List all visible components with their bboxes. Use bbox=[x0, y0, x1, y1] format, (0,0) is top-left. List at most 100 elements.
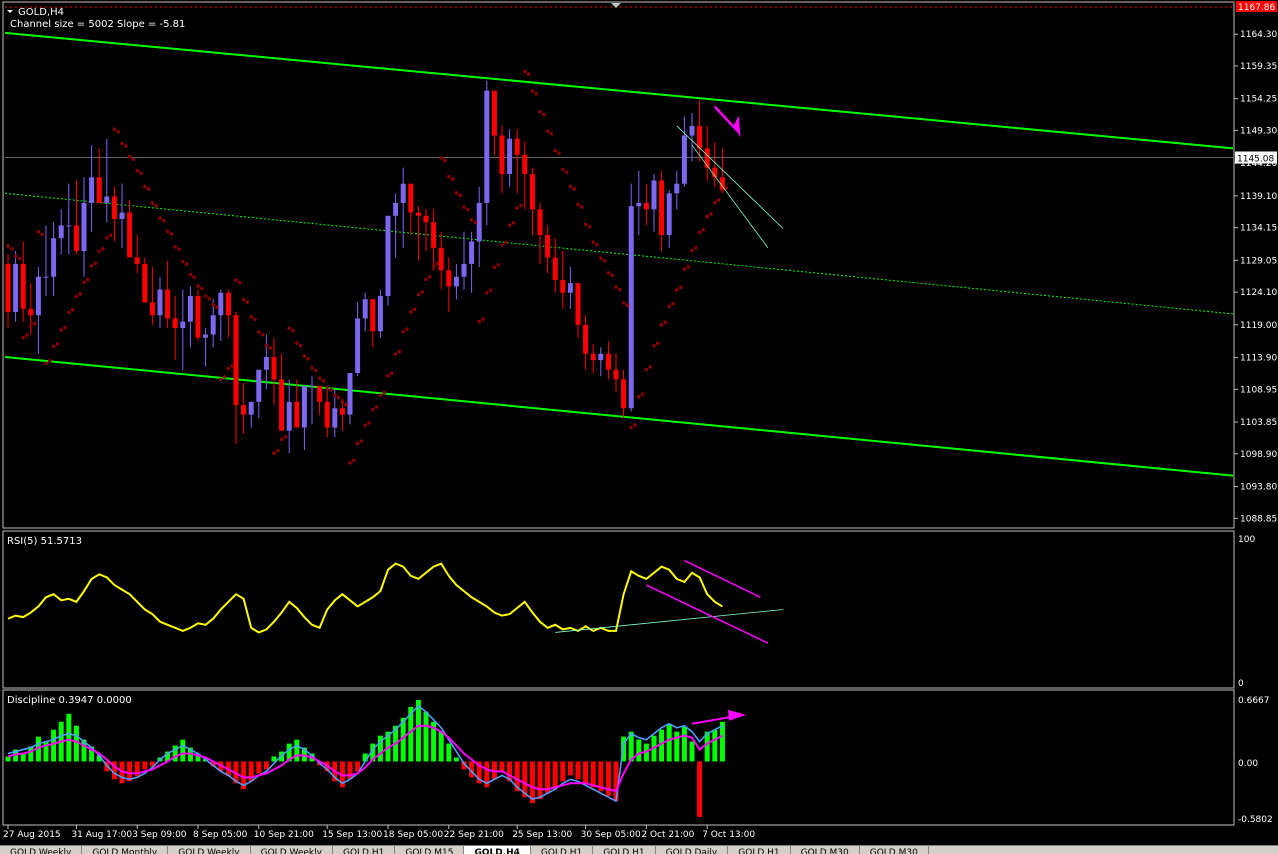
discipline-bar bbox=[438, 731, 444, 762]
discipline-bar bbox=[560, 761, 566, 782]
candle-body bbox=[203, 334, 209, 338]
discipline-bar bbox=[590, 761, 596, 788]
psar-dot bbox=[44, 361, 48, 366]
psar-dot bbox=[135, 168, 139, 173]
candle-body bbox=[514, 138, 520, 155]
psar-dot bbox=[226, 366, 231, 371]
discipline-bar bbox=[636, 739, 642, 762]
psar-dot bbox=[86, 277, 90, 282]
candle-body bbox=[507, 138, 513, 175]
time-tick-label: 25 Sep 13:00 bbox=[512, 830, 572, 840]
price-tick-label: 1113.90 bbox=[1240, 354, 1277, 364]
candle-body bbox=[81, 202, 87, 252]
psar-dot bbox=[675, 288, 679, 292]
psar-dot bbox=[203, 294, 208, 298]
candle-body bbox=[256, 369, 262, 402]
psar-dot bbox=[435, 261, 440, 266]
psar-dot bbox=[716, 198, 721, 202]
candle-body bbox=[5, 263, 11, 313]
psar-dot bbox=[572, 187, 576, 191]
psar-dot bbox=[6, 244, 10, 248]
candle-body bbox=[332, 408, 338, 428]
psar-dot bbox=[424, 277, 428, 282]
psar-dot bbox=[713, 200, 717, 205]
psar-dot bbox=[260, 332, 265, 337]
psar-dot bbox=[287, 326, 292, 330]
psar-dot bbox=[659, 322, 664, 327]
candle-body bbox=[423, 215, 429, 223]
discipline-bar bbox=[294, 739, 300, 762]
candle-body bbox=[438, 247, 444, 271]
psar-dot bbox=[131, 157, 136, 162]
psar-dot bbox=[127, 154, 132, 159]
candle-body bbox=[309, 385, 315, 387]
psar-dot bbox=[59, 328, 63, 332]
discipline-bar bbox=[180, 739, 186, 762]
candle-body bbox=[317, 385, 323, 402]
price-tick-label: 1093.80 bbox=[1240, 483, 1277, 493]
time-tick-label: 30 Sep 05:00 bbox=[581, 830, 641, 840]
candle-body bbox=[172, 318, 178, 329]
candle-body bbox=[286, 401, 292, 431]
psar-dot bbox=[469, 217, 474, 222]
chart-window[interactable]: 1164.301159.351154.251149.301144.201139.… bbox=[0, 0, 1278, 845]
time-tick-label: 3 Sep 09:00 bbox=[132, 830, 187, 840]
psar-dot bbox=[405, 327, 409, 331]
candle-body bbox=[590, 353, 596, 361]
price-tick-label: 1108.95 bbox=[1240, 385, 1277, 395]
time-tick-label: 31 Aug 17:00 bbox=[71, 830, 132, 840]
psar-dot bbox=[648, 365, 652, 369]
psar-dot bbox=[621, 300, 626, 305]
psar-dot bbox=[371, 407, 375, 412]
psar-dot bbox=[515, 206, 519, 210]
psar-dot bbox=[610, 273, 614, 278]
rsi-scale-bottom: 0 bbox=[1238, 679, 1244, 689]
psar-dot bbox=[412, 307, 417, 312]
psar-dot bbox=[329, 387, 333, 392]
psar-dot bbox=[25, 333, 29, 337]
psar-dot bbox=[321, 378, 326, 383]
time-tick-label: 27 Aug 2015 bbox=[3, 830, 61, 840]
psar-dot bbox=[355, 441, 360, 446]
psar-dot bbox=[526, 72, 531, 76]
psar-dot bbox=[108, 233, 113, 238]
candle-body bbox=[111, 196, 117, 219]
psar-dot bbox=[602, 258, 607, 263]
candle-body bbox=[96, 177, 102, 203]
psar-dot bbox=[363, 423, 368, 428]
candle-body bbox=[529, 174, 535, 210]
psar-dot bbox=[386, 374, 390, 378]
psar-dot bbox=[549, 131, 554, 136]
psar-dot bbox=[564, 170, 569, 174]
psar-dot bbox=[222, 375, 227, 379]
discipline-scale-min: -0.5802 bbox=[1238, 815, 1273, 825]
candle-body bbox=[127, 212, 133, 258]
candle-body bbox=[35, 276, 41, 316]
psar-dot bbox=[188, 272, 193, 277]
psar-dot bbox=[568, 184, 573, 189]
psar-dot bbox=[55, 342, 60, 346]
candle-body bbox=[263, 356, 269, 370]
psar-dot bbox=[143, 184, 147, 189]
candle-body bbox=[248, 401, 254, 415]
price-tick-label: 1103.85 bbox=[1240, 418, 1277, 428]
candle-body bbox=[385, 215, 391, 296]
psar-dot bbox=[401, 329, 406, 334]
psar-dot bbox=[545, 129, 550, 133]
psar-dot bbox=[678, 285, 683, 290]
top-price-label: 1167.86 bbox=[1238, 3, 1275, 13]
psar-dot bbox=[458, 193, 463, 198]
psar-dot bbox=[298, 343, 303, 348]
psar-dot bbox=[272, 451, 276, 456]
psar-dot bbox=[279, 437, 284, 442]
candle-body bbox=[636, 202, 642, 207]
candle-body bbox=[400, 183, 406, 203]
psar-dot bbox=[340, 400, 345, 404]
psar-dot bbox=[428, 275, 432, 279]
discipline-bar bbox=[499, 761, 505, 772]
discipline-bar bbox=[712, 729, 718, 762]
psar-dot bbox=[291, 328, 295, 333]
candle-body bbox=[689, 125, 695, 136]
candle-body bbox=[651, 180, 657, 210]
psar-dot bbox=[139, 171, 143, 176]
